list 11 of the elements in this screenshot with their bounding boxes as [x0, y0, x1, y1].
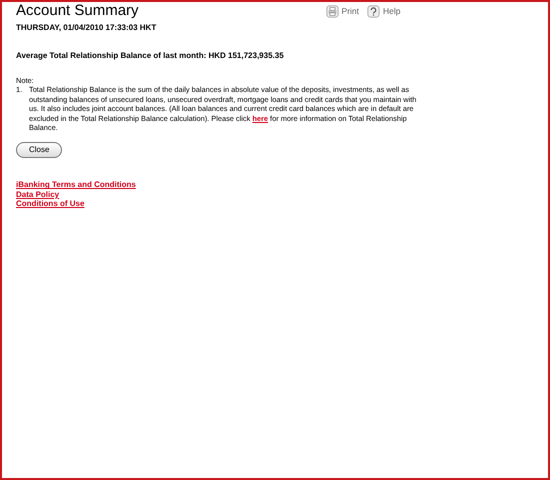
balance-text: Average Total Relationship Balance of last month: HKD 151,723,935.35 [16, 50, 285, 62]
close-button[interactable]: Close [16, 142, 62, 158]
help-icon[interactable] [367, 4, 380, 18]
footer-link[interactable]: iBanking Terms and Conditions [16, 180, 136, 190]
footer-link[interactable]: Conditions of Use [16, 199, 84, 209]
print-link[interactable]: Print [342, 4, 360, 18]
timestamp: THURSDAY, 01/04/2010 17:33:03 HKT [16, 22, 158, 34]
help-link[interactable]: Help [383, 4, 401, 18]
footer-link[interactable]: Data Policy [16, 190, 60, 200]
printer-icon[interactable] [326, 4, 339, 18]
page-title: Account Summary [16, 2, 139, 20]
